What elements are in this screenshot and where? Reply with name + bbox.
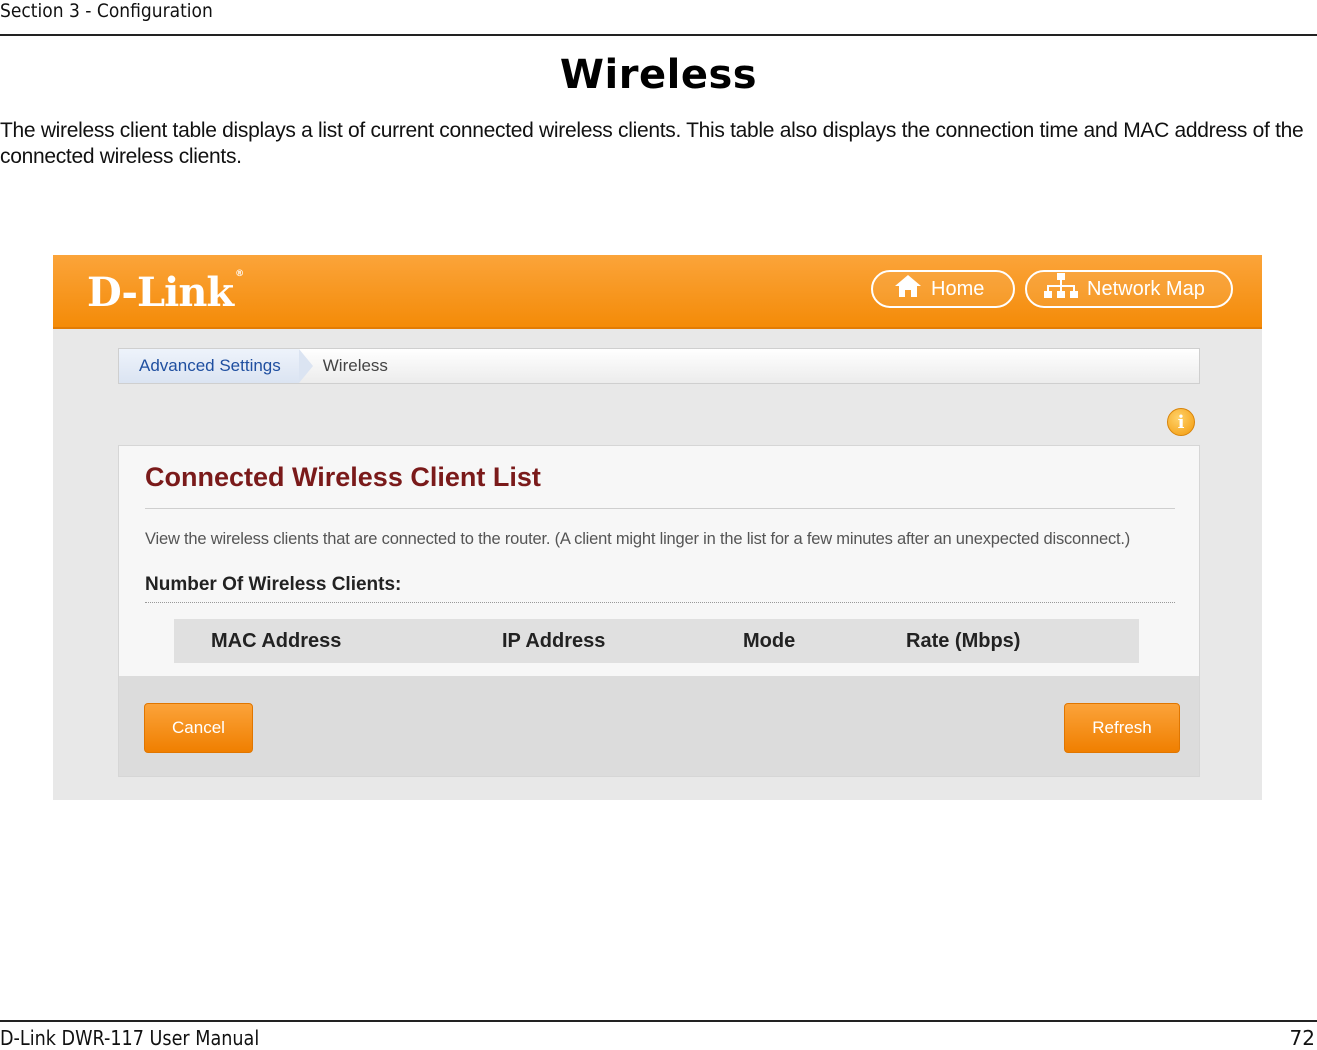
refresh-button[interactable]: Refresh xyxy=(1064,703,1180,753)
panel-description: View the wireless clients that are conne… xyxy=(145,530,1131,548)
panel-footer: Cancel Refresh xyxy=(119,676,1199,776)
panel-title: Connected Wireless Client List xyxy=(145,462,541,492)
manual-title: D-Link DWR-117 User Manual xyxy=(0,1026,260,1050)
section-header: Section 3 - Configuration xyxy=(0,0,213,22)
column-header-rate: Rate (Mbps) xyxy=(906,630,1021,652)
client-table-header: MAC Address IP Address Mode Rate (Mbps) xyxy=(174,619,1139,663)
registered-mark: ® xyxy=(235,269,244,279)
page-number: 72 xyxy=(1289,1026,1315,1050)
network-map-icon xyxy=(1043,272,1079,306)
header-divider xyxy=(0,34,1317,36)
logo-text: D-Link xyxy=(87,269,234,316)
breadcrumb-current: Wireless xyxy=(322,356,388,375)
column-header-ip: IP Address xyxy=(502,630,606,652)
router-topbar: D-Link ® Home Network Map xyxy=(53,255,1262,329)
home-button[interactable]: Home xyxy=(871,270,1015,308)
dlink-logo: D-Link ® xyxy=(87,269,244,316)
page-heading: Wireless xyxy=(559,52,758,98)
home-label: Home xyxy=(931,277,985,300)
footer-divider xyxy=(0,1020,1317,1022)
client-count-label: Number Of Wireless Clients: xyxy=(145,574,402,595)
title-divider xyxy=(145,508,1175,509)
column-header-mac: MAC Address xyxy=(211,630,342,652)
router-ui-screenshot: D-Link ® Home Network Map Advanced Setti… xyxy=(53,255,1262,800)
column-header-mode: Mode xyxy=(743,630,796,652)
dotted-divider xyxy=(145,602,1175,603)
cancel-button[interactable]: Cancel xyxy=(144,703,253,753)
intro-paragraph: The wireless client table displays a lis… xyxy=(0,119,1304,168)
network-map-label: Network Map xyxy=(1087,277,1205,300)
breadcrumb-advanced-settings[interactable]: Advanced Settings xyxy=(119,349,299,383)
breadcrumb: Advanced Settings Wireless xyxy=(118,348,1200,384)
breadcrumb-separator xyxy=(298,349,313,383)
network-map-button[interactable]: Network Map xyxy=(1025,270,1233,308)
info-icon[interactable]: i xyxy=(1167,408,1195,436)
client-list-panel: Connected Wireless Client List View the … xyxy=(118,445,1200,777)
home-icon xyxy=(893,273,923,305)
